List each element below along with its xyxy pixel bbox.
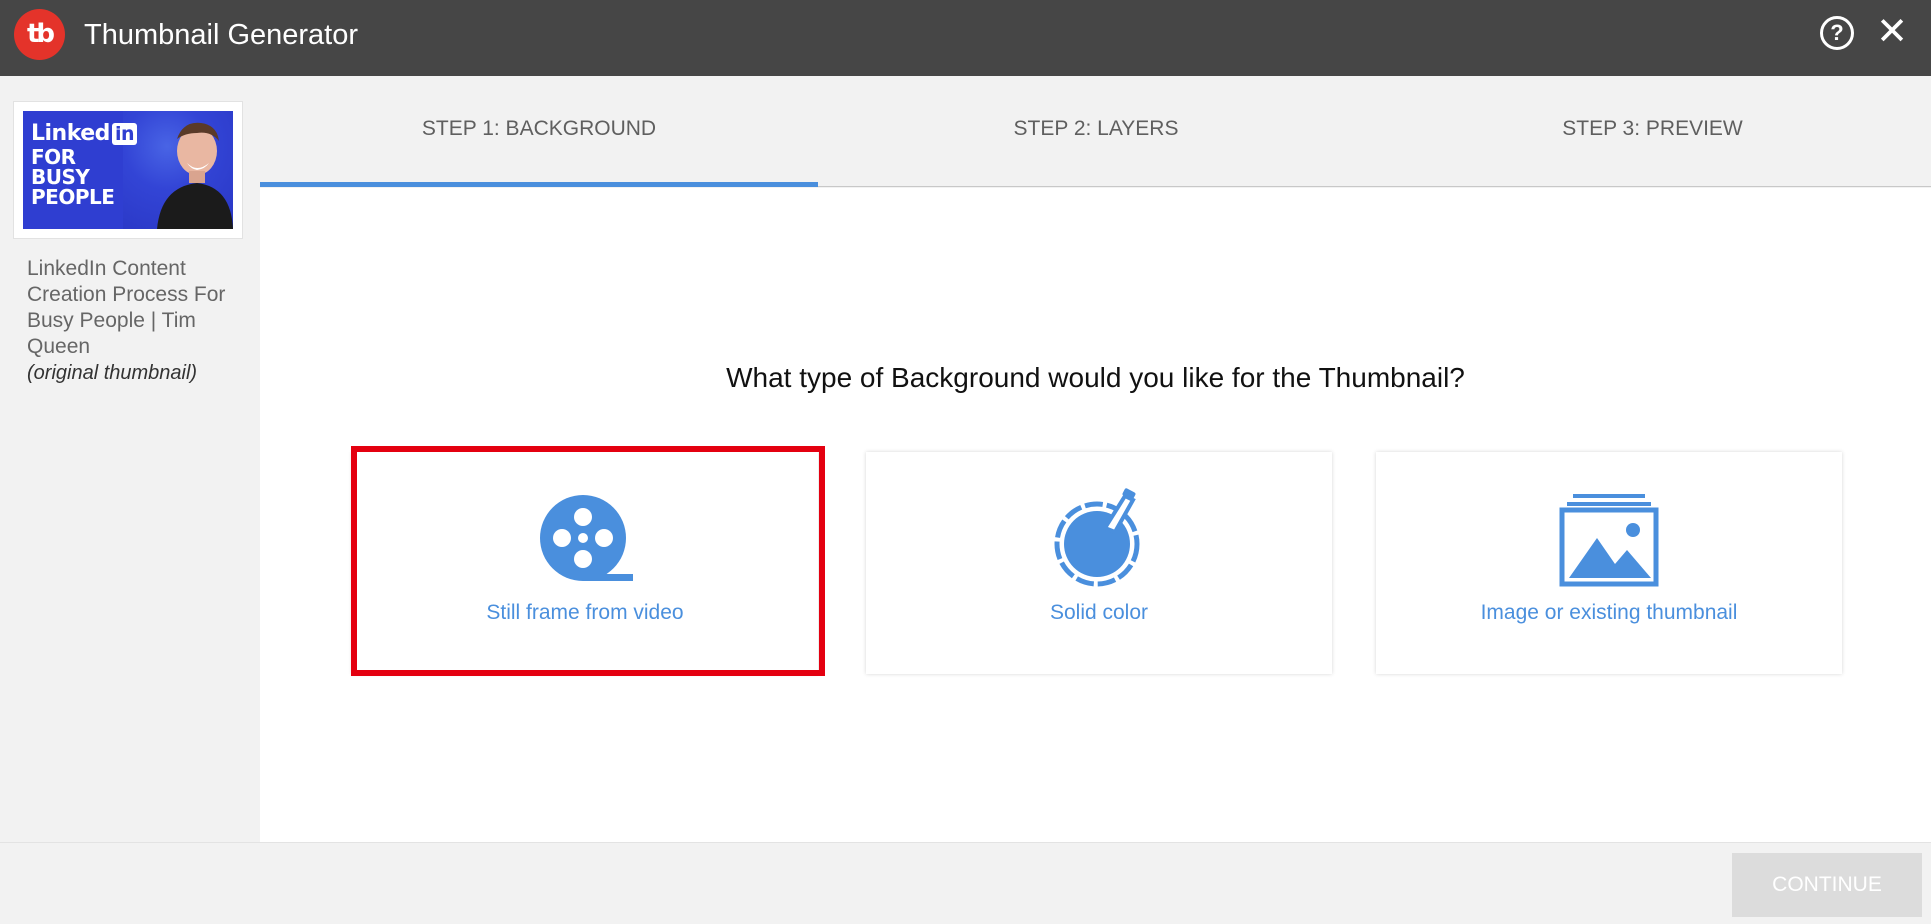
title-bar: tb Thumbnail Generator ? ✕ [0,0,1931,76]
original-thumbnail-note: (original thumbnail) [27,362,198,384]
original-thumbnail-frame: Linked in FOR BUSY PEOPLE [13,101,243,239]
tab-step-preview[interactable]: STEP 3: PREVIEW [1374,114,1931,144]
film-reel-icon [540,495,633,581]
close-icon[interactable]: ✕ [1874,12,1910,52]
thumbnail-text-line3: BUSY [31,165,90,189]
color-dropper-icon [1054,488,1140,587]
sidebar: Linked in FOR BUSY PEOPLE LinkedIn Conten… [0,76,260,844]
option-solid-color-card[interactable]: Solid color [866,452,1332,674]
option-still-frame-label: Still frame from video [486,601,684,624]
thumbnail-text-line1: Linked [31,121,110,146]
option-image-label: Image or existing thumbnail [1480,601,1738,624]
tab-step-background[interactable]: STEP 1: BACKGROUND [260,114,818,144]
logo-text: tb [26,19,55,49]
option-image-card[interactable]: Image or existing thumbnail [1376,452,1842,674]
thumbnail-text-line2: FOR [31,145,76,169]
option-solid-color-label: Solid color [1049,601,1149,624]
original-thumbnail-image: Linked in FOR BUSY PEOPLE [23,111,233,229]
help-icon[interactable]: ? [1820,16,1854,50]
thumbnail-text-line4: PEOPLE [31,185,115,209]
window-title: Thumbnail Generator [84,19,359,51]
tab-step-layers[interactable]: STEP 2: LAYERS [818,114,1374,144]
footer-bar: CONTINUE [0,842,1931,924]
option-still-frame-card[interactable]: Still frame from video [352,452,818,674]
active-step-indicator [260,182,818,187]
thumbnail-person-image [157,122,233,229]
continue-button[interactable]: CONTINUE [1732,853,1922,917]
video-title: LinkedIn Content Creation Process For Bu… [27,257,226,358]
background-question: What type of Background would you like f… [726,362,1465,393]
image-stack-icon [1559,494,1659,587]
thumbnail-title-text: Linked in FOR BUSY PEOPLE [31,121,161,207]
tubebuddy-logo-icon: tb [14,9,65,60]
linkedin-badge: in [111,123,137,145]
step-tabs: STEP 1: BACKGROUND STEP 2: LAYERS STEP 3… [260,76,1931,188]
